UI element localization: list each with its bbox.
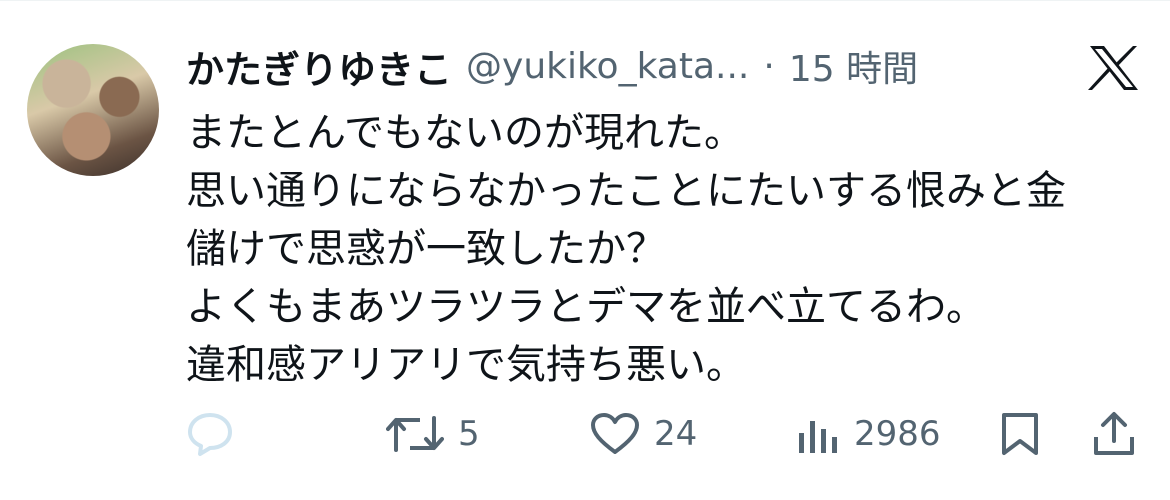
tweet-text: またとんでもないのが現れた。 思い通りにならなかったことにたいする恨みと金 儲け… [186, 104, 1146, 394]
tweet-line: 違和感アリアリで気持ち悪い。 [186, 342, 746, 388]
heart-icon [591, 413, 639, 454]
timestamp[interactable]: 15 時間 [789, 40, 918, 92]
share-icon [1094, 412, 1134, 455]
bookmark-button[interactable] [998, 404, 1042, 464]
x-logo-icon [1088, 44, 1140, 92]
avatar[interactable] [27, 44, 159, 176]
action-bar: 5 24 2986 [0, 404, 1170, 464]
tweet-line: 儲けで思惑が一致したか？ [186, 226, 666, 272]
tweet-line: よくもまあツラツラとデマを並べ立てるわ。 [186, 284, 986, 330]
tweet-header: かたぎりゆきこ @yukiko_kata... · 15 時間 [186, 38, 918, 94]
separator-dot: · [763, 45, 775, 87]
share-button[interactable] [1092, 404, 1136, 464]
tweet-card[interactable]: かたぎりゆきこ @yukiko_kata... · 15 時間 またとんでもない… [0, 0, 1170, 500]
reply-icon [188, 413, 232, 456]
like-count: 24 [654, 414, 698, 454]
views-icon [799, 421, 837, 453]
display-name[interactable]: かたぎりゆきこ [186, 39, 452, 94]
user-handle[interactable]: @yukiko_kata... [466, 46, 749, 87]
tweet-line: またとんでもないのが現れた。 [186, 110, 744, 156]
bookmark-icon [1002, 413, 1038, 455]
retweet-button[interactable]: 5 [386, 404, 480, 464]
reply-button[interactable] [186, 404, 234, 464]
tweet-line: 思い通りにならなかったことにたいする恨みと金 [186, 168, 1066, 214]
view-count: 2986 [854, 414, 941, 454]
retweet-icon [386, 416, 444, 452]
retweet-count: 5 [458, 414, 480, 454]
like-button[interactable]: 24 [590, 404, 697, 464]
views-button[interactable]: 2986 [796, 404, 941, 464]
